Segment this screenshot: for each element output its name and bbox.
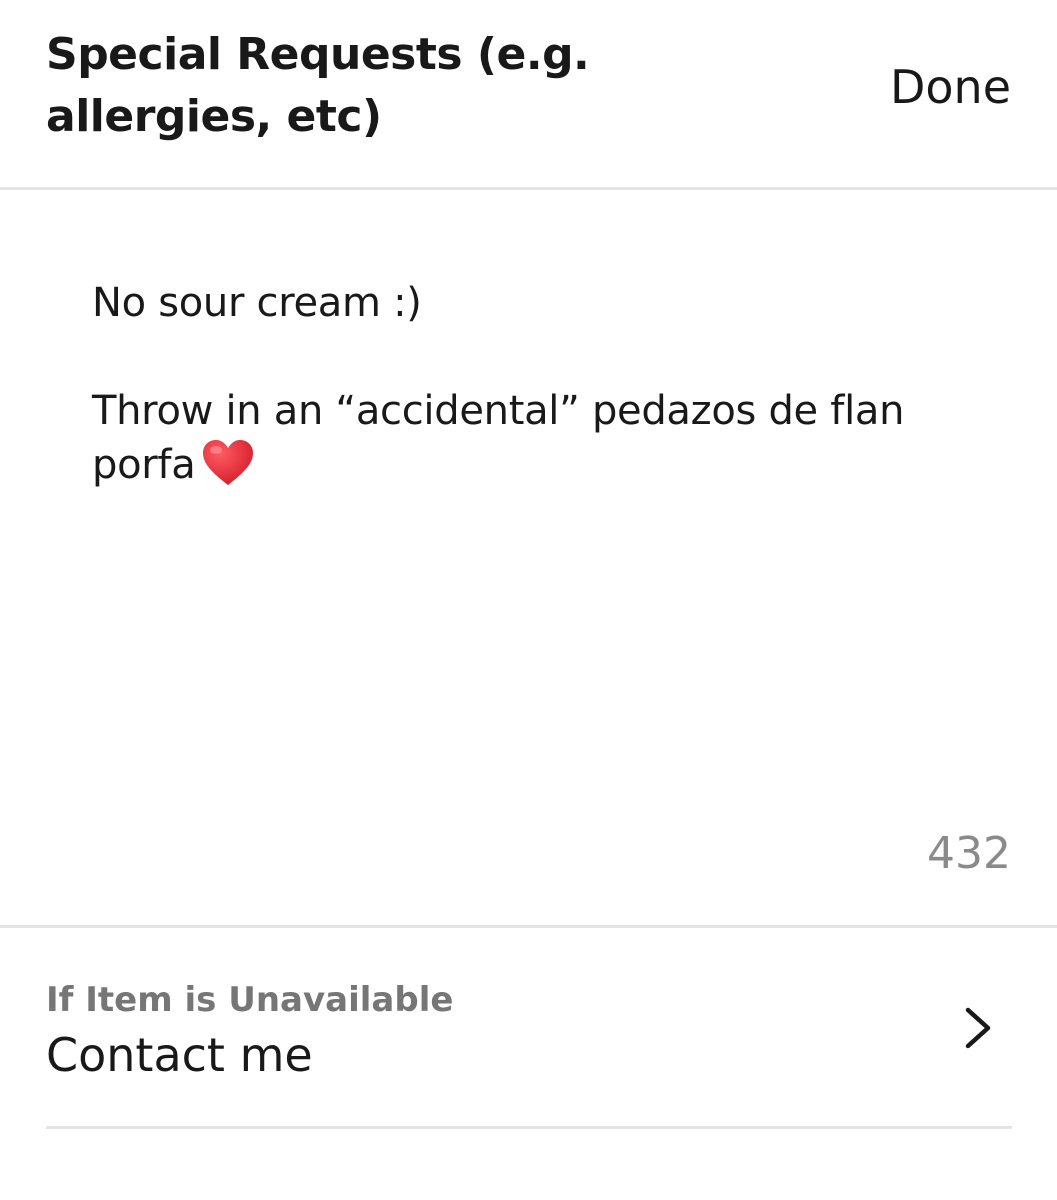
request-line-3: porfa xyxy=(92,442,196,488)
character-counter: 432 xyxy=(927,828,1011,879)
special-requests-textarea[interactable]: No sour cream :) Throw in an “accidental… xyxy=(92,276,992,816)
red-heart-icon xyxy=(203,440,254,485)
page-title: Special Requests (e.g. allergies, etc) xyxy=(46,29,590,142)
header: Special Requests (e.g. allergies, etc) D… xyxy=(0,0,1057,190)
request-line-1: No sour cream :) xyxy=(92,280,422,326)
if-unavailable-value: Contact me xyxy=(46,1028,313,1082)
if-unavailable-row[interactable]: If Item is Unavailable Contact me xyxy=(0,928,1057,1126)
done-button[interactable]: Done xyxy=(890,56,1011,118)
request-line-2: Throw in an “accidental” pedazos de flan xyxy=(92,388,905,434)
divider xyxy=(46,1126,1012,1129)
if-unavailable-label: If Item is Unavailable xyxy=(46,980,454,1020)
chevron-right-icon xyxy=(965,1007,991,1049)
